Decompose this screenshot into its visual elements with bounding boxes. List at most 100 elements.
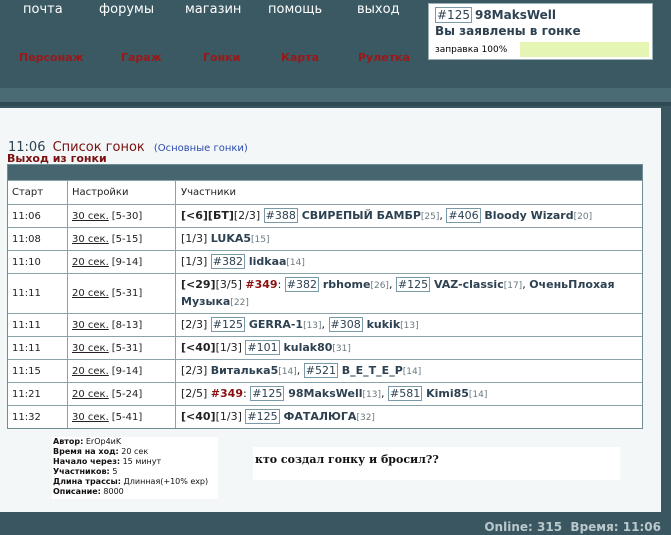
- club-tag[interactable]: #125: [250, 385, 285, 401]
- club-tag[interactable]: #101: [245, 339, 280, 355]
- club-tag[interactable]: #521: [303, 362, 338, 378]
- club-tag[interactable]: #125: [395, 276, 431, 292]
- participant-name[interactable]: В_Е_Т_Е_Р: [338, 364, 403, 377]
- table-row[interactable]: 11:21 20 сек. [5-24] [2/5] #349: #125 98Mak…: [8, 382, 642, 405]
- participant-level: [14]: [278, 366, 297, 377]
- race-participants: [<40][1/3] #125 ФАТАЛЮГА[32]: [176, 406, 642, 428]
- participant-name[interactable]: lidkaa: [245, 255, 287, 268]
- participant-level: [14]: [286, 257, 305, 268]
- user-name[interactable]: 98MaksWell: [475, 8, 556, 22]
- server-time: 11:06: [622, 520, 661, 534]
- online-count: 315: [537, 520, 563, 534]
- race-slots: [1/3]: [215, 340, 246, 354]
- nav-help[interactable]: помощь: [268, 2, 322, 17]
- club-tag[interactable]: #382: [284, 276, 319, 292]
- nav-races[interactable]: Гонки: [203, 51, 240, 64]
- participant-level: [22]: [230, 297, 249, 308]
- participant-name[interactable]: Kimi85: [422, 387, 469, 400]
- race-settings: 20 сек. [9-14]: [68, 251, 176, 273]
- table-row[interactable]: 11:11 20 сек. [5-31] [<29][3/5] #349: #382 …: [8, 273, 642, 313]
- nav-character[interactable]: Персонаж: [19, 51, 84, 64]
- nav-mail[interactable]: почта: [23, 2, 63, 17]
- user-status-box: #125 98MaksWell Вы заявлены в гонке запра…: [428, 3, 653, 60]
- participant-name[interactable]: ФАТАЛЮГА: [280, 410, 356, 423]
- table-row[interactable]: 11:06 30 сек. [5-30] [<6][БТ][2/3] #388 СВИ…: [8, 204, 642, 227]
- participant-level: [14]: [402, 366, 422, 377]
- nav-roulette[interactable]: Рулетка: [358, 51, 410, 64]
- club-tag[interactable]: #406: [446, 207, 481, 223]
- club-tag[interactable]: #388: [263, 207, 298, 223]
- move-time-link[interactable]: 30 сек.: [72, 412, 109, 423]
- participant-name[interactable]: Виталька5: [211, 364, 278, 377]
- table-row[interactable]: 11:11 30 сек. [5-31] [<40][1/3] #101 kulak8…: [8, 336, 642, 359]
- participant-name[interactable]: GERRA-1: [245, 318, 303, 331]
- race-start-time: 11:21: [8, 383, 68, 405]
- table-row[interactable]: 11:15 20 сек. [9-14] [2/3] Виталька5[14], #…: [8, 359, 642, 382]
- race-limit: [<29]: [181, 277, 216, 291]
- move-time-link[interactable]: 20 сек.: [72, 257, 109, 268]
- divider-stripe: [0, 88, 671, 102]
- race-start-time: 11:06: [8, 205, 68, 227]
- participant-name[interactable]: VAZ-classic: [430, 278, 504, 291]
- participant-name[interactable]: СВИРЕПЫЙ БАМБР: [298, 209, 421, 222]
- race-limit: [<40]: [181, 340, 216, 354]
- participant-name[interactable]: LUKA5: [211, 232, 251, 245]
- table-row[interactable]: 11:10 20 сек. [9-14] [1/3] #382 lidkaa[14]: [8, 250, 642, 273]
- race-settings: 20 сек. [9-14]: [68, 360, 176, 382]
- move-time-link[interactable]: 20 сек.: [72, 288, 109, 299]
- participant-name[interactable]: kulak80: [280, 341, 332, 354]
- nav-shop[interactable]: магазин: [185, 2, 241, 17]
- club-tag[interactable]: #125: [210, 316, 246, 332]
- club-tag[interactable]: #125: [245, 408, 280, 424]
- race-settings: 30 сек. [5-41]: [68, 406, 176, 428]
- separator: ,: [321, 317, 329, 331]
- nav-forums[interactable]: форумы: [99, 2, 154, 17]
- table-row[interactable]: 11:11 30 сек. [8-13] [2/3] #125 GERRA-1[13]…: [8, 313, 642, 336]
- participant-level: [26]: [370, 280, 389, 291]
- nav-garage[interactable]: Гараж: [121, 51, 162, 64]
- race-participants: [<40][1/3] #101 kulak80[31]: [176, 337, 642, 359]
- race-start-time: 11:08: [8, 228, 68, 250]
- col-header-start: Старт: [8, 181, 68, 204]
- table-row[interactable]: 11:08 30 сек. [5-15] [1/3] LUKA5[15]: [8, 227, 642, 250]
- participant-level: [31]: [332, 343, 351, 354]
- race-slots: [3/5]: [215, 277, 246, 291]
- nav-logout[interactable]: выход: [357, 2, 400, 17]
- level-range: [5-31]: [111, 288, 143, 299]
- race-participants: [2/3] #125 GERRA-1[13], #308 kukik[13]: [176, 314, 642, 336]
- info-players: Участников: 5: [53, 467, 118, 476]
- participant-name[interactable]: rbhome: [319, 278, 371, 291]
- page-subtitle-link[interactable]: (Основные гонки): [154, 143, 248, 154]
- move-time-link[interactable]: 30 сек.: [72, 320, 109, 331]
- race-host-tag[interactable]: #349: [245, 278, 277, 291]
- level-range: [8-13]: [111, 319, 143, 331]
- participant-level: [13]: [400, 320, 419, 331]
- move-time-link[interactable]: 30 сек.: [72, 343, 109, 354]
- move-time-link[interactable]: 30 сек.: [72, 234, 109, 245]
- table-caption-bar: [8, 165, 642, 180]
- club-tag[interactable]: #382: [210, 253, 246, 269]
- move-time-link[interactable]: 30 сек.: [72, 211, 109, 222]
- move-time-link[interactable]: 20 сек.: [72, 366, 109, 377]
- participant-name[interactable]: Bloody Wizard: [481, 209, 573, 222]
- move-time-link[interactable]: 20 сек.: [72, 389, 109, 400]
- race-participants: [<29][3/5] #349: #382 rbhome[26], #125 V…: [176, 274, 642, 313]
- participant-name[interactable]: kukik: [363, 318, 401, 331]
- level-range: [9-14]: [111, 365, 143, 377]
- race-start-time: 11:11: [8, 274, 68, 313]
- race-start-time: 11:11: [8, 314, 68, 336]
- race-settings: 20 сек. [5-24]: [68, 383, 176, 405]
- divider-stripe-dark: [0, 102, 671, 106]
- race-settings: 30 сек. [8-13]: [68, 314, 176, 336]
- race-host-tag[interactable]: #349: [211, 387, 243, 400]
- info-start-in: Начало через: 15 минут: [53, 457, 162, 466]
- nav-map[interactable]: Карта: [281, 51, 319, 64]
- user-club-tag[interactable]: #125: [435, 7, 472, 23]
- table-row[interactable]: 11:32 30 сек. [5-41] [<40][1/3] #125 ФАТАЛЮ…: [8, 405, 642, 428]
- race-start-time: 11:32: [8, 406, 68, 428]
- race-slots: [2/3]: [181, 363, 211, 377]
- participant-name[interactable]: 98MaksWell: [284, 387, 362, 400]
- separator: ,: [388, 277, 396, 291]
- club-tag[interactable]: #308: [328, 316, 363, 332]
- club-tag[interactable]: #581: [388, 385, 423, 401]
